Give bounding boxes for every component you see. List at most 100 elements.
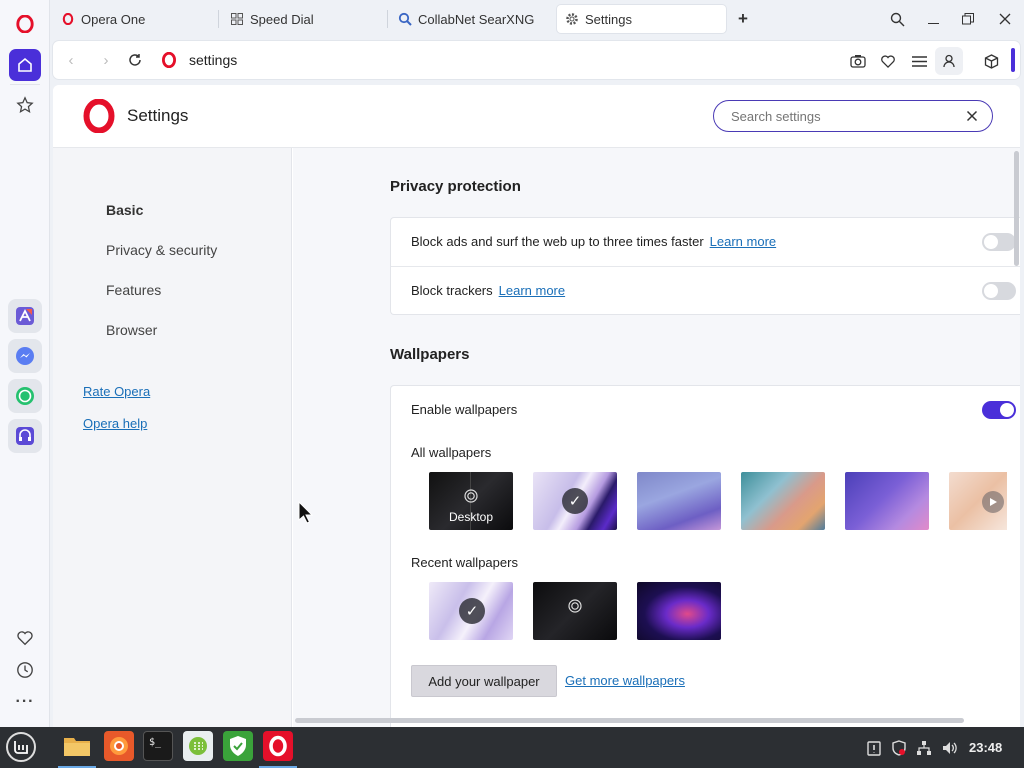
minimize-icon (927, 22, 939, 24)
horizontal-scrollbar[interactable] (295, 718, 964, 723)
shield-tray-icon[interactable] (890, 739, 908, 757)
browser-sidebar: ··· (0, 0, 50, 727)
block-ads-row: Block ads and surf the web up to three t… (411, 234, 776, 249)
opera-swirl-icon (464, 489, 478, 508)
search-input[interactable] (731, 106, 951, 126)
restore-icon (962, 13, 974, 25)
nav-item-browser[interactable]: Browser (106, 322, 157, 338)
volume-tray-icon[interactable] (941, 739, 959, 757)
shield-icon (230, 736, 246, 756)
tab-separator (387, 10, 388, 28)
tab-speed-dial[interactable]: Speed Dial (222, 5, 382, 33)
toggle-knob (984, 235, 998, 249)
music-app-button[interactable] (8, 419, 42, 453)
reload-button[interactable] (125, 50, 145, 70)
user-icon (943, 54, 955, 68)
heart-icon[interactable] (12, 625, 38, 651)
search-tabs-button[interactable] (886, 8, 908, 30)
tab-bar: Opera One Speed Dial CollabNet SearXNG S… (50, 0, 1024, 38)
cube-icon (984, 53, 998, 69)
tab-searxng[interactable]: CollabNet SearXNG (390, 5, 555, 33)
history-icon[interactable] (12, 657, 38, 683)
toggle-knob (984, 284, 998, 298)
add-wallpaper-button[interactable]: Add your wallpaper (411, 665, 557, 697)
camera-icon (850, 55, 866, 68)
selected-check-icon: ✓ (562, 488, 588, 514)
extensions-button[interactable] (980, 50, 1002, 72)
vpn-shield-button[interactable] (223, 731, 253, 761)
address-bar: ‹ › settings (53, 41, 1020, 79)
play-icon (982, 491, 1004, 513)
more-icon[interactable]: ··· (12, 689, 38, 715)
opera-help-link[interactable]: Opera help (83, 416, 147, 431)
aria-app-button[interactable] (8, 299, 42, 333)
profile-button[interactable] (935, 47, 963, 75)
nav-item-privacy-security[interactable]: Privacy & security (106, 242, 217, 258)
opera-logo-icon (61, 12, 75, 26)
easy-setup-button[interactable] (908, 50, 930, 72)
close-icon (999, 13, 1011, 25)
menu-lines-icon (911, 55, 927, 67)
block-ads-learn-more-link[interactable]: Learn more (710, 234, 776, 249)
nav-item-features[interactable]: Features (106, 282, 161, 298)
network-tray-icon[interactable] (915, 739, 933, 757)
block-ads-toggle[interactable] (982, 233, 1016, 251)
wallpaper-thumb-desktop[interactable]: Desktop (429, 472, 513, 530)
close-window-button[interactable] (994, 8, 1016, 30)
all-wallpapers-label: All wallpapers (411, 445, 492, 460)
block-trackers-toggle[interactable] (982, 282, 1016, 300)
opera-logo-icon (82, 98, 116, 134)
search-icon (398, 12, 412, 26)
settings-nav: Basic Privacy & security Features Browse… (53, 148, 292, 727)
url-field[interactable]: settings (189, 52, 237, 68)
star-icon[interactable] (12, 92, 38, 118)
vertical-scrollbar[interactable] (1014, 151, 1019, 266)
wallpaper-thumb-4[interactable] (741, 472, 825, 530)
snapshot-button[interactable] (847, 50, 869, 72)
search-icon (890, 12, 904, 26)
recent-wallpapers-label: Recent wallpapers (411, 555, 518, 570)
music-player-icon (16, 427, 34, 445)
opera-logo-icon[interactable] (12, 11, 38, 37)
bookmark-heart-button[interactable] (877, 50, 899, 72)
recent-wallpaper-thumb-3[interactable] (637, 582, 721, 640)
files-button[interactable] (62, 731, 92, 761)
home-button[interactable] (9, 49, 41, 81)
restore-button[interactable] (957, 8, 979, 30)
enable-wallpapers-toggle[interactable] (982, 401, 1016, 419)
settings-header: Settings (53, 85, 1020, 148)
opera-taskbar-button[interactable] (263, 731, 293, 761)
grid-icon (230, 12, 244, 26)
clipboard-tray-icon[interactable] (865, 739, 883, 757)
mint-menu-button[interactable] (6, 732, 36, 762)
recent-wallpaper-thumb-2[interactable] (533, 582, 617, 640)
heart-icon (881, 54, 895, 68)
wallpaper-thumb-3[interactable] (637, 472, 721, 530)
wallpaper-thumb-6[interactable] (949, 472, 1007, 530)
taskbar: $_ 23:48 (0, 727, 1024, 768)
rate-opera-link[interactable]: Rate Opera (83, 384, 150, 399)
settings-search-box[interactable] (713, 100, 993, 132)
tab-label: CollabNet SearXNG (418, 11, 535, 27)
forward-button[interactable]: › (96, 50, 116, 70)
calculator-button[interactable] (183, 731, 213, 761)
messenger-app-button[interactable] (8, 339, 42, 373)
wallpaper-thumb-5[interactable] (845, 472, 929, 530)
section-title-privacy: Privacy protection (390, 178, 521, 195)
clear-search-button[interactable] (966, 109, 980, 123)
tab-settings[interactable]: Settings (557, 5, 726, 33)
wallpaper-thumb-2[interactable]: ✓ (533, 472, 617, 530)
get-more-wallpapers-link[interactable]: Get more wallpapers (565, 673, 685, 688)
back-button[interactable]: ‹ (61, 50, 81, 70)
new-tab-button[interactable]: + (732, 8, 754, 30)
minimize-button[interactable] (922, 8, 944, 30)
firefox-button[interactable] (104, 731, 134, 761)
tab-opera-one[interactable]: Opera One (53, 5, 213, 33)
clock[interactable]: 23:48 (969, 740, 1002, 755)
terminal-button[interactable]: $_ (143, 731, 173, 761)
whatsapp-app-button[interactable] (8, 379, 42, 413)
nav-item-basic[interactable]: Basic (106, 202, 143, 218)
block-trackers-learn-more-link[interactable]: Learn more (499, 283, 565, 298)
terminal-icon: $_ (148, 736, 162, 748)
recent-wallpaper-thumb-1[interactable]: ✓ (429, 582, 513, 640)
